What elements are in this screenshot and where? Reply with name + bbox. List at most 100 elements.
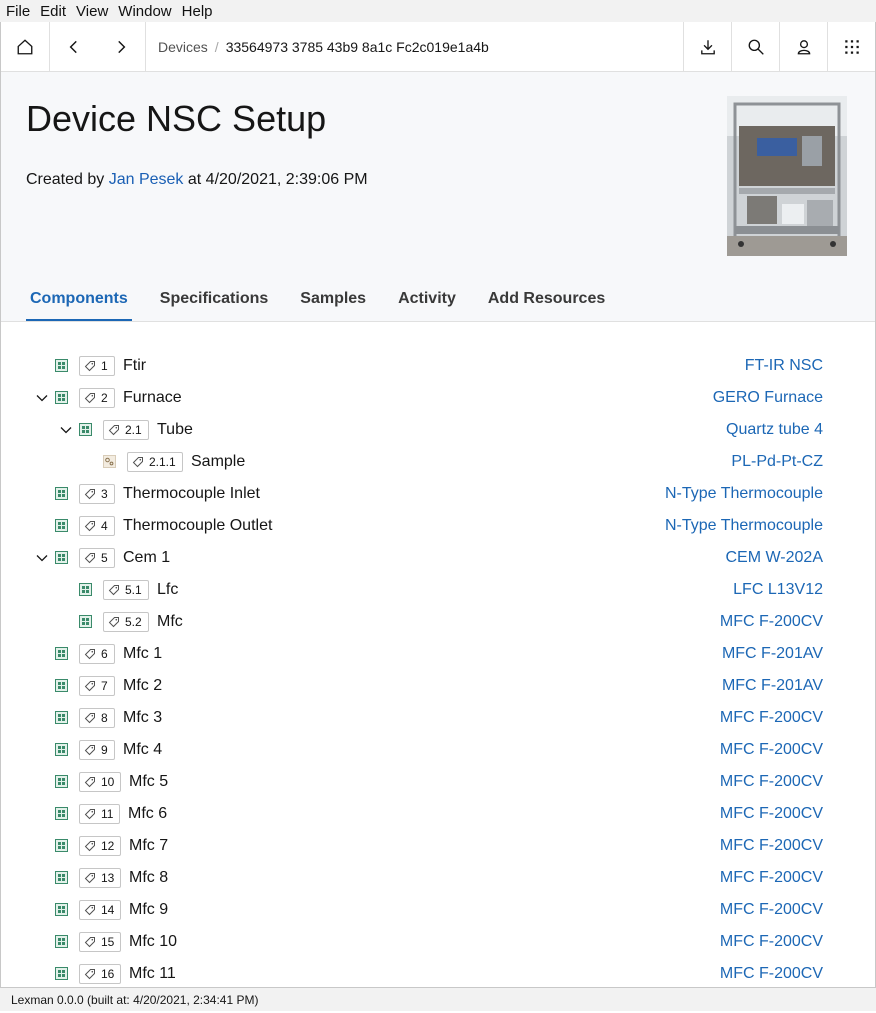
grid-icon [79,423,92,436]
menu-file[interactable]: File [0,3,34,20]
user-button[interactable] [779,22,827,71]
component-name[interactable]: Mfc [157,613,183,631]
tab-specifications[interactable]: Specifications [156,277,272,321]
grid-icon [55,359,68,372]
tab-add-resources[interactable]: Add Resources [484,277,609,321]
forward-button[interactable] [97,22,145,71]
component-type-link[interactable]: Quartz tube 4 [726,421,823,439]
component-type-link[interactable]: MFC F-200CV [720,613,823,631]
component-name[interactable]: Mfc 1 [123,645,162,663]
tree-row[interactable]: 11 Mfc 6 MFC F-200CV [1,798,875,830]
breadcrumb-devices-link[interactable]: Devices [158,39,208,55]
component-type-link[interactable]: MFC F-200CV [720,933,823,951]
tab-activity[interactable]: Activity [394,277,460,321]
tree-row[interactable]: 14 Mfc 9 MFC F-200CV [1,894,875,926]
component-id: 2.1 [125,423,142,437]
menu-help[interactable]: Help [176,3,217,20]
component-tag: 5.2 [103,612,149,632]
grid-icon [55,935,68,948]
component-name[interactable]: Mfc 10 [129,933,177,951]
tree-row[interactable]: 5.1 Lfc LFC L13V12 [1,574,875,606]
component-tag: 14 [79,900,122,920]
component-type-link[interactable]: MFC F-200CV [720,709,823,727]
page-header: Device NSC Setup Created by Jan Pesek at… [1,72,875,322]
component-name[interactable]: Thermocouple Outlet [123,517,272,535]
grid-icon [55,519,68,532]
component-type-link[interactable]: PL-Pd-Pt-CZ [731,453,823,471]
created-user-link[interactable]: Jan Pesek [109,171,184,188]
component-type-link[interactable]: MFC F-200CV [720,805,823,823]
component-type-link[interactable]: N-Type Thermocouple [665,485,823,503]
component-type-link[interactable]: MFC F-200CV [720,901,823,919]
component-id: 13 [101,871,115,885]
tree-row[interactable]: 6 Mfc 1 MFC F-201AV [1,638,875,670]
component-name[interactable]: Furnace [123,389,182,407]
menu-edit[interactable]: Edit [34,3,70,20]
tree-row[interactable]: 5.2 Mfc MFC F-200CV [1,606,875,638]
component-name[interactable]: Mfc 5 [129,773,168,791]
app-switcher-button[interactable] [827,22,875,71]
component-type-link[interactable]: MFC F-200CV [720,965,823,983]
tree-row[interactable]: 7 Mfc 2 MFC F-201AV [1,670,875,702]
component-name[interactable]: Mfc 11 [129,965,176,983]
tag-icon [84,393,95,404]
tree-row[interactable]: 8 Mfc 3 MFC F-200CV [1,702,875,734]
component-type-link[interactable]: MFC F-200CV [720,773,823,791]
tree-row[interactable]: 2.1.1 Sample PL-Pd-Pt-CZ [1,446,875,478]
grid-icon [55,679,68,692]
breadcrumb: Devices / 33564973 3785 43b9 8a1c Fc2c01… [145,22,683,71]
component-type-link[interactable]: MFC F-200CV [720,837,823,855]
component-name[interactable]: Mfc 4 [123,741,162,759]
tree-row[interactable]: 2 Furnace GERO Furnace [1,382,875,414]
download-button[interactable] [683,22,731,71]
component-name[interactable]: Mfc 8 [129,869,168,887]
component-type-link[interactable]: GERO Furnace [713,389,823,407]
chevron-down-icon[interactable] [59,423,73,437]
component-type-link[interactable]: FT-IR NSC [745,357,823,375]
component-name[interactable]: Cem 1 [123,549,170,567]
component-type-link[interactable]: MFC F-200CV [720,741,823,759]
chevron-down-icon[interactable] [35,551,49,565]
tab-components[interactable]: Components [26,277,132,321]
component-id: 16 [101,967,115,981]
component-type-link[interactable]: MFC F-200CV [720,869,823,887]
menu-view[interactable]: View [70,3,112,20]
tree-row[interactable]: 1 Ftir FT-IR NSC [1,350,875,382]
component-name[interactable]: Ftir [123,357,146,375]
chevron-down-icon[interactable] [35,391,49,405]
menu-window[interactable]: Window [112,3,175,20]
tab-samples[interactable]: Samples [296,277,370,321]
search-button[interactable] [731,22,779,71]
tree-row[interactable]: 4 Thermocouple Outlet N-Type Thermocouple [1,510,875,542]
tree-row[interactable]: 3 Thermocouple Inlet N-Type Thermocouple [1,478,875,510]
tree-row[interactable]: 13 Mfc 8 MFC F-200CV [1,862,875,894]
tree-row[interactable]: 16 Mfc 11 MFC F-200CV [1,958,875,987]
component-type-link[interactable]: MFC F-201AV [722,677,823,695]
back-button[interactable] [49,22,97,71]
component-name[interactable]: Mfc 7 [129,837,168,855]
component-name[interactable]: Mfc 6 [128,805,167,823]
component-tag: 7 [79,676,115,696]
grid-icon [55,903,68,916]
component-type-link[interactable]: CEM W-202A [725,549,823,567]
tag-icon [84,649,95,660]
component-type-link[interactable]: LFC L13V12 [733,581,823,599]
tree-row[interactable]: 2.1 Tube Quartz tube 4 [1,414,875,446]
component-name[interactable]: Tube [157,421,193,439]
tree-row[interactable]: 15 Mfc 10 MFC F-200CV [1,926,875,958]
component-name[interactable]: Sample [191,453,245,471]
home-button[interactable] [1,22,49,71]
component-name[interactable]: Thermocouple Inlet [123,485,260,503]
component-name[interactable]: Mfc 9 [129,901,168,919]
tree-row[interactable]: 12 Mfc 7 MFC F-200CV [1,830,875,862]
user-icon [797,39,810,54]
component-type-link[interactable]: MFC F-201AV [722,645,823,663]
component-type-link[interactable]: N-Type Thermocouple [665,517,823,535]
component-name[interactable]: Lfc [157,581,178,599]
component-name[interactable]: Mfc 3 [123,709,162,727]
tree-row[interactable]: 10 Mfc 5 MFC F-200CV [1,766,875,798]
status-bar: Lexman 0.0.0 (built at: 4/20/2021, 2:34:… [0,987,876,1011]
component-name[interactable]: Mfc 2 [123,677,162,695]
tree-row[interactable]: 9 Mfc 4 MFC F-200CV [1,734,875,766]
tree-row[interactable]: 5 Cem 1 CEM W-202A [1,542,875,574]
